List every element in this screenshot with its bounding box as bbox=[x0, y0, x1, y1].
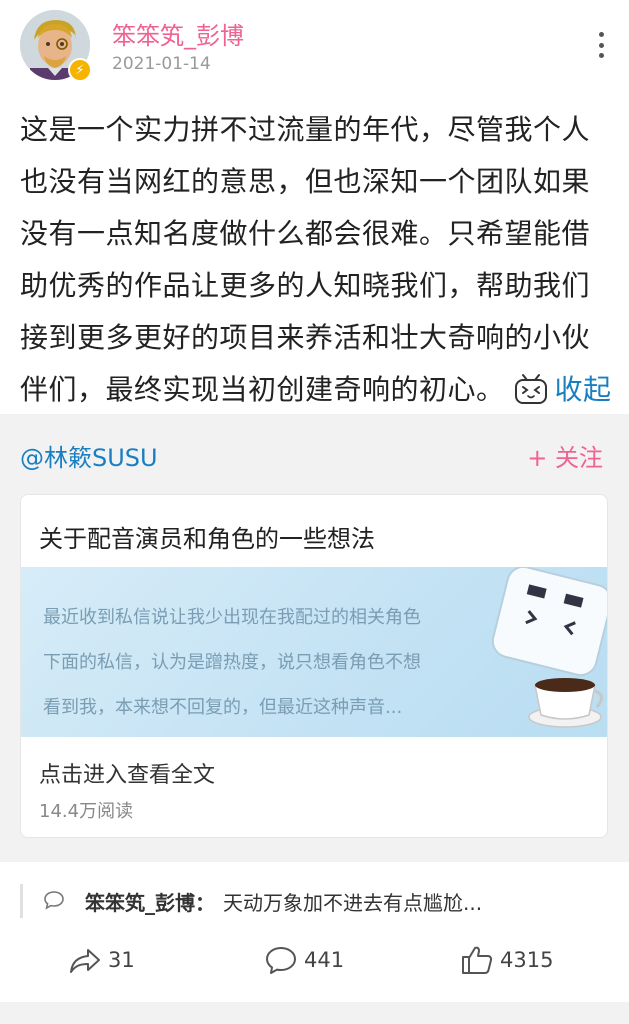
verified-lightning-icon: ⚡ bbox=[68, 58, 92, 82]
share-button[interactable]: 31 bbox=[68, 944, 135, 976]
article-banner-text: 最近收到私信说让我少出现在我配过的相关角色 下面的私信，认为是蹭热度，说只想看角… bbox=[43, 595, 421, 730]
article-title[interactable]: 关于配音演员和角色的一些想法 bbox=[39, 519, 375, 554]
comment-username[interactable]: 笨笨笂_彭博： bbox=[85, 887, 215, 916]
bilibili-tv-emoji-icon bbox=[513, 370, 549, 404]
comment-text: 天动万象加不进去有点尴尬... bbox=[223, 891, 483, 915]
bottom-divider bbox=[0, 1002, 629, 1024]
like-count: 4315 bbox=[500, 948, 554, 972]
post-text: 这是一个实力拼不过流量的年代，尽管我个人也没有当网红的意思，但也深知一个团队如果… bbox=[20, 113, 591, 406]
comment-bubble-icon bbox=[266, 947, 296, 974]
comment-button[interactable]: 441 bbox=[264, 944, 344, 976]
more-vertical-icon[interactable] bbox=[597, 32, 605, 58]
post-body: 这是一个实力拼不过流量的年代，尽管我个人也没有当网红的意思，但也深知一个团队如果… bbox=[20, 104, 612, 416]
comment-small-icon bbox=[44, 891, 64, 910]
share-count: 31 bbox=[108, 948, 135, 972]
banner-line: 看到我，本来想不回复的，但最近这种声音... bbox=[43, 697, 403, 718]
collapse-link[interactable]: 收起 bbox=[555, 373, 612, 406]
article-card[interactable]: 关于配音演员和角色的一些想法 最近收到私信说让我少出现在我配过的相关角色 下面的… bbox=[20, 494, 608, 838]
top-comment[interactable]: 笨笨笂_彭博： 天动万象加不进去有点尴尬... bbox=[20, 884, 610, 918]
read-count: 14.4万阅读 bbox=[39, 801, 134, 822]
thumbs-up-icon bbox=[462, 946, 493, 974]
read-full-article-link[interactable]: 点击进入查看全文 bbox=[39, 757, 215, 789]
banner-line: 下面的私信，认为是蹭热度，说只想看角色不想 bbox=[43, 652, 421, 673]
post-username[interactable]: 笨笨笂_彭博 bbox=[112, 16, 244, 51]
repost-section: @林簌SUSU + 关注 关于配音演员和角色的一些想法 最近收到私信说让我少出现… bbox=[0, 414, 629, 862]
post-date: 2021-01-14 bbox=[112, 54, 211, 74]
action-bar: 31 441 4315 bbox=[0, 938, 629, 982]
banner-line: 最近收到私信说让我少出现在我配过的相关角色 bbox=[43, 607, 421, 628]
repost-username[interactable]: @林簌SUSU bbox=[20, 438, 158, 473]
article-banner[interactable]: 最近收到私信说让我少出现在我配过的相关角色 下面的私信，认为是蹭热度，说只想看角… bbox=[21, 567, 607, 737]
post-header: ⚡ 笨笨笂_彭博 2021-01-14 bbox=[0, 0, 629, 100]
tv-mascot-coffee-illustration bbox=[469, 567, 607, 737]
follow-button[interactable]: + 关注 bbox=[527, 438, 603, 473]
comment-count: 441 bbox=[304, 948, 345, 972]
share-arrow-icon bbox=[70, 949, 100, 973]
like-button[interactable]: 4315 bbox=[460, 944, 553, 976]
